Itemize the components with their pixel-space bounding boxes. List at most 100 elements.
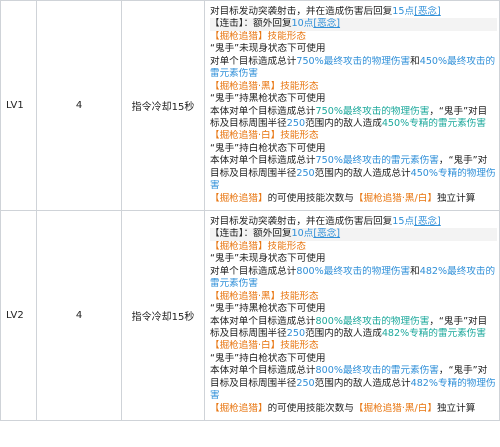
description-line: 本体对单个目标造成总计750%最终攻击的物理伤害，“鬼手”对目: [210, 106, 497, 118]
description-line: 害: [210, 390, 497, 402]
text-segment: 目标及目标周围半径: [210, 167, 297, 179]
text-segment: 15点: [392, 215, 415, 227]
text-segment: ，“鬼手”对: [438, 155, 488, 167]
description-line: 本体对单个目标造成总计800%最终攻击的雷元素伤害，“鬼手”对: [210, 365, 497, 377]
text-segment: 雷元素伤害: [210, 68, 258, 80]
text-segment: 482%专精的物理伤: [410, 377, 496, 389]
text-segment: ，“鬼手”对目: [429, 315, 488, 327]
count-cell: 4: [36, 210, 122, 421]
description-line: 【连击】：额外回复10点[恶念]: [210, 228, 497, 241]
text-segment: 【连击】：额外回复: [210, 18, 292, 30]
text-segment: 【掘枪追猎】: [210, 402, 268, 414]
text-segment: 本体对单个目标造成总计: [210, 365, 316, 377]
text-segment: 本体对单个目标造成总计: [210, 315, 316, 327]
text-segment: 范围内的敌人造成: [305, 117, 382, 129]
text-segment: 【掘枪追猎·黑】技能形态: [210, 80, 319, 92]
description-line: 对单个目标造成总计800%最终攻击的物理伤害和482%最终攻击的: [210, 266, 497, 278]
text-segment: 和: [410, 265, 420, 277]
description-line: “鬼手”持黑枪状态下可使用: [210, 303, 497, 315]
description-line: 【掘枪追猎】技能形态: [210, 241, 497, 253]
keyword-link[interactable]: [恶念]: [414, 216, 441, 227]
description-line: 目标及目标周围半径250范围内的敌人造成总计450%专精的物理伤: [210, 168, 497, 180]
text-segment: 本体对单个目标造成总计: [210, 155, 316, 167]
text-segment: 对目标发动突袭射击，并在造成伤害后回复: [210, 215, 393, 227]
text-segment: 250: [296, 377, 315, 389]
keyword-link[interactable]: [恶念]: [414, 6, 441, 17]
text-segment: ，“鬼手”对: [438, 365, 488, 377]
text-segment: 250: [286, 327, 306, 339]
description-line: 对目标发动突袭射击，并在造成伤害后回复15点[恶念]: [210, 6, 497, 18]
text-segment: 250: [296, 167, 315, 179]
text-segment: 【掘枪追猎】: [210, 192, 268, 204]
description-line: 标及目标周围半径250范围内的敌人造成450%专精的雷元素伤害: [210, 118, 497, 130]
level-cell: LV1: [0, 0, 37, 211]
level-cell: LV2: [0, 210, 37, 421]
text-segment: 【掘枪追猎·黑/白】: [353, 402, 437, 414]
description-line: “鬼手”未现身状态下可使用: [210, 43, 497, 55]
text-segment: 对单个目标造成总计: [210, 55, 297, 67]
text-segment: 对单个目标造成总计: [210, 265, 297, 277]
text-segment: “鬼手”持白枪状态下可使用: [210, 142, 326, 154]
text-segment: 范围内的敌人造成总计: [314, 377, 411, 389]
description-line: 对单个目标造成总计750%最终攻击的物理伤害和450%最终攻击的: [210, 56, 497, 68]
description-line: 目标及目标周围半径250范围内的敌人造成总计482%专精的物理伤: [210, 378, 497, 390]
description-line: 【掘枪追猎·黑】技能形态: [210, 291, 497, 303]
text-segment: 10点: [291, 228, 314, 240]
description-line: “鬼手”持白枪状态下可使用: [210, 143, 497, 155]
text-segment: 250: [286, 117, 306, 129]
description-line: 本体对单个目标造成总计750%最终攻击的雷元素伤害，“鬼手”对: [210, 155, 497, 167]
text-segment: ，“鬼手”对目: [429, 105, 488, 117]
text-segment: 【掘枪追猎·白】技能形态: [210, 340, 319, 352]
text-segment: 独立计算: [436, 402, 476, 414]
text-segment: 害: [210, 180, 220, 192]
description-line: “鬼手”持白枪状态下可使用: [210, 353, 497, 365]
description-cell: 对目标发动突袭射击，并在造成伤害后回复15点[恶念] 【连击】：额外回复10点[恶…: [204, 210, 500, 421]
text-segment: 雷元素伤害: [210, 278, 258, 290]
description-line: 标及目标周围半径250范围内的敌人造成482%专精的雷元素伤害: [210, 328, 497, 340]
keyword-link[interactable]: [恶念]: [313, 228, 340, 239]
text-segment: 【掘枪追猎·黑/白】: [353, 192, 437, 204]
text-segment: 800%最终攻击的物理伤害: [296, 265, 411, 277]
description-line: 【掘枪追猎·白】技能形态: [210, 340, 497, 352]
text-segment: 800%最终攻击的物理伤害: [315, 315, 430, 327]
text-segment: 范围内的敌人造成: [305, 327, 382, 339]
description-line: 害: [210, 180, 497, 192]
text-segment: 的可使用技能次数与: [267, 402, 354, 414]
text-segment: 目标及目标周围半径: [210, 377, 297, 389]
text-segment: 10点: [291, 18, 314, 30]
description-line: 雷元素伤害: [210, 68, 497, 80]
text-segment: “鬼手”持黑枪状态下可使用: [210, 303, 326, 315]
skill-level-table: LV1 4 指令冷却15秒 对目标发动突袭射击，并在造成伤害后回复15点[恶念]…: [0, 0, 500, 421]
text-segment: “鬼手”持黑枪状态下可使用: [210, 93, 326, 105]
text-segment: 范围内的敌人造成总计: [314, 167, 411, 179]
text-segment: 450%专精的雷元素伤害: [381, 117, 486, 129]
text-segment: “鬼手”未现身状态下可使用: [210, 253, 326, 265]
description-line: 雷元素伤害: [210, 278, 497, 290]
description-line: 【掘枪追猎·白】技能形态: [210, 130, 497, 142]
text-segment: 害: [210, 390, 220, 402]
description-cell: 对目标发动突袭射击，并在造成伤害后回复15点[恶念] 【连击】：额外回复10点[恶…: [204, 0, 500, 211]
text-segment: 本体对单个目标造成总计: [210, 105, 316, 117]
description-line: 【掘枪追猎·黑】技能形态: [210, 81, 497, 93]
text-segment: 482%最终攻击的: [419, 265, 496, 277]
table-row: LV2 4 指令冷却15秒 对目标发动突袭射击，并在造成伤害后回复15点[恶念]…: [0, 210, 500, 421]
description-line: “鬼手”持黑枪状态下可使用: [210, 93, 497, 105]
description-line: 【掘枪追猎】技能形态: [210, 31, 497, 43]
keyword-link[interactable]: [恶念]: [313, 18, 340, 29]
text-segment: 独立计算: [436, 192, 476, 204]
text-segment: 【掘枪追猎·黑】技能形态: [210, 290, 319, 302]
text-segment: 【连击】：额外回复: [210, 228, 292, 240]
description-line: 本体对单个目标造成总计800%最终攻击的物理伤害，“鬼手”对目: [210, 316, 497, 328]
text-segment: 750%最终攻击的物理伤害: [296, 55, 411, 67]
description-line: 对目标发动突袭射击，并在造成伤害后回复15点[恶念]: [210, 216, 497, 228]
text-segment: “鬼手”未现身状态下可使用: [210, 43, 326, 55]
text-segment: 【掘枪追猎·白】技能形态: [210, 130, 319, 142]
text-segment: 450%最终攻击的: [419, 55, 496, 67]
count-cell: 4: [36, 0, 122, 211]
cooldown-cell: 指令冷却15秒: [121, 0, 205, 211]
text-segment: 800%最终攻击的雷元素伤害: [315, 365, 439, 377]
text-segment: 750%最终攻击的雷元素伤害: [315, 155, 439, 167]
description-line: 【掘枪追猎】的可使用技能次数与【掘枪追猎·黑/白】独立计算: [210, 193, 497, 205]
text-segment: 标及目标周围半径: [210, 117, 287, 129]
description-line: “鬼手”未现身状态下可使用: [210, 253, 497, 265]
